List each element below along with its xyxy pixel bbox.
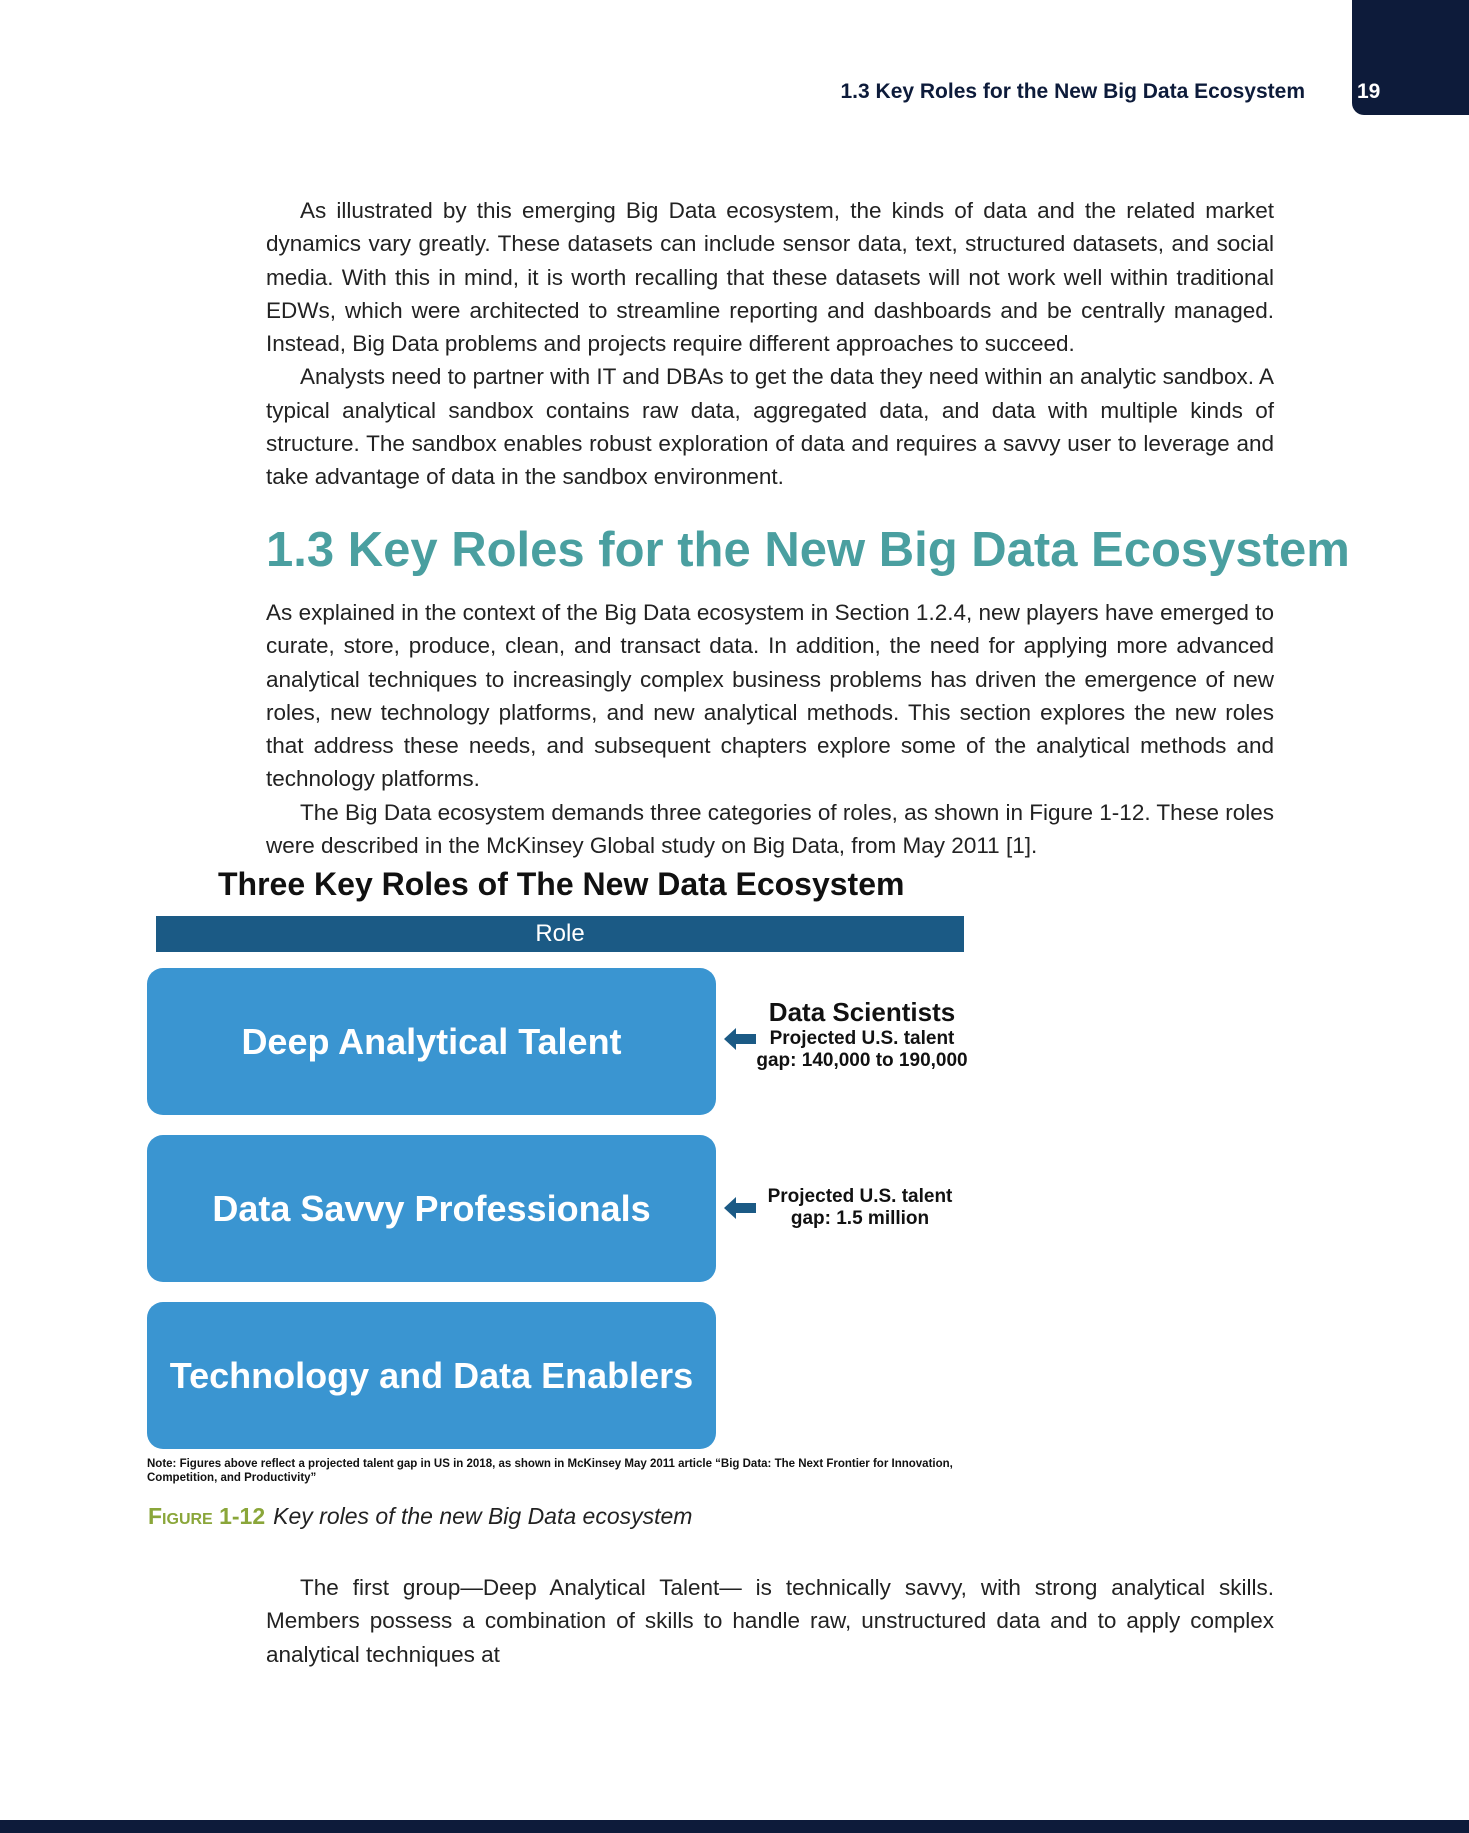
callout-title: Data Scientists [768, 997, 956, 1027]
page-number: 19 [1357, 80, 1381, 103]
bottom-band [0, 1820, 1469, 1833]
intro-paragraph-2: Analysts need to partner with IT and DBA… [266, 364, 1274, 490]
section-paragraph-1: As explained in the context of the Big D… [266, 600, 1274, 792]
intro-paragraph-1: As illustrated by this emerging Big Data… [266, 198, 1274, 357]
section-heading: 1.3 Key Roles for the New Big Data Ecosy… [266, 523, 1350, 577]
role-box-technology-and-data-enablers: Technology and Data Enablers [147, 1302, 716, 1449]
role-box-deep-analytical-talent: Deep Analytical Talent [147, 968, 716, 1115]
closing-text: The first group—Deep Analytical Talent— … [266, 1571, 1274, 1671]
closing-paragraph: The first group—Deep Analytical Talent— … [266, 1575, 1274, 1667]
figure-title: Three Key Roles of The New Data Ecosyste… [218, 866, 905, 902]
callout-line: Projected U.S. talent [767, 1186, 953, 1207]
callout-line: gap: 140,000 to 190,000 [756, 1050, 968, 1071]
role-box-data-savvy-professionals: Data Savvy Professionals [147, 1135, 716, 1282]
figure-caption-text: Key roles of the new Big Data ecosystem [273, 1503, 693, 1529]
intro-text: As illustrated by this emerging Big Data… [266, 194, 1274, 494]
callout-line: Projected U.S. talent [769, 1028, 955, 1049]
callout-line: gap: 1.5 million [790, 1208, 930, 1229]
callout-data-scientists: Data Scientists Projected U.S. talent ga… [732, 996, 992, 1072]
running-head: 1.3 Key Roles for the New Big Data Ecosy… [840, 80, 1306, 103]
figure-caption: Figure 1-12 Key roles of the new Big Data… [148, 1503, 692, 1530]
section-text: As explained in the context of the Big D… [266, 596, 1274, 862]
figure-note: Note: Figures above reflect a projected … [147, 1458, 953, 1484]
section-paragraph-2: The Big Data ecosystem demands three cat… [266, 799, 1274, 859]
role-header-bar: Role [156, 916, 964, 952]
figure-label: Figure 1-12 [148, 1503, 266, 1529]
callout-data-savvy: Projected U.S. talent gap: 1.5 million [730, 1186, 990, 1230]
